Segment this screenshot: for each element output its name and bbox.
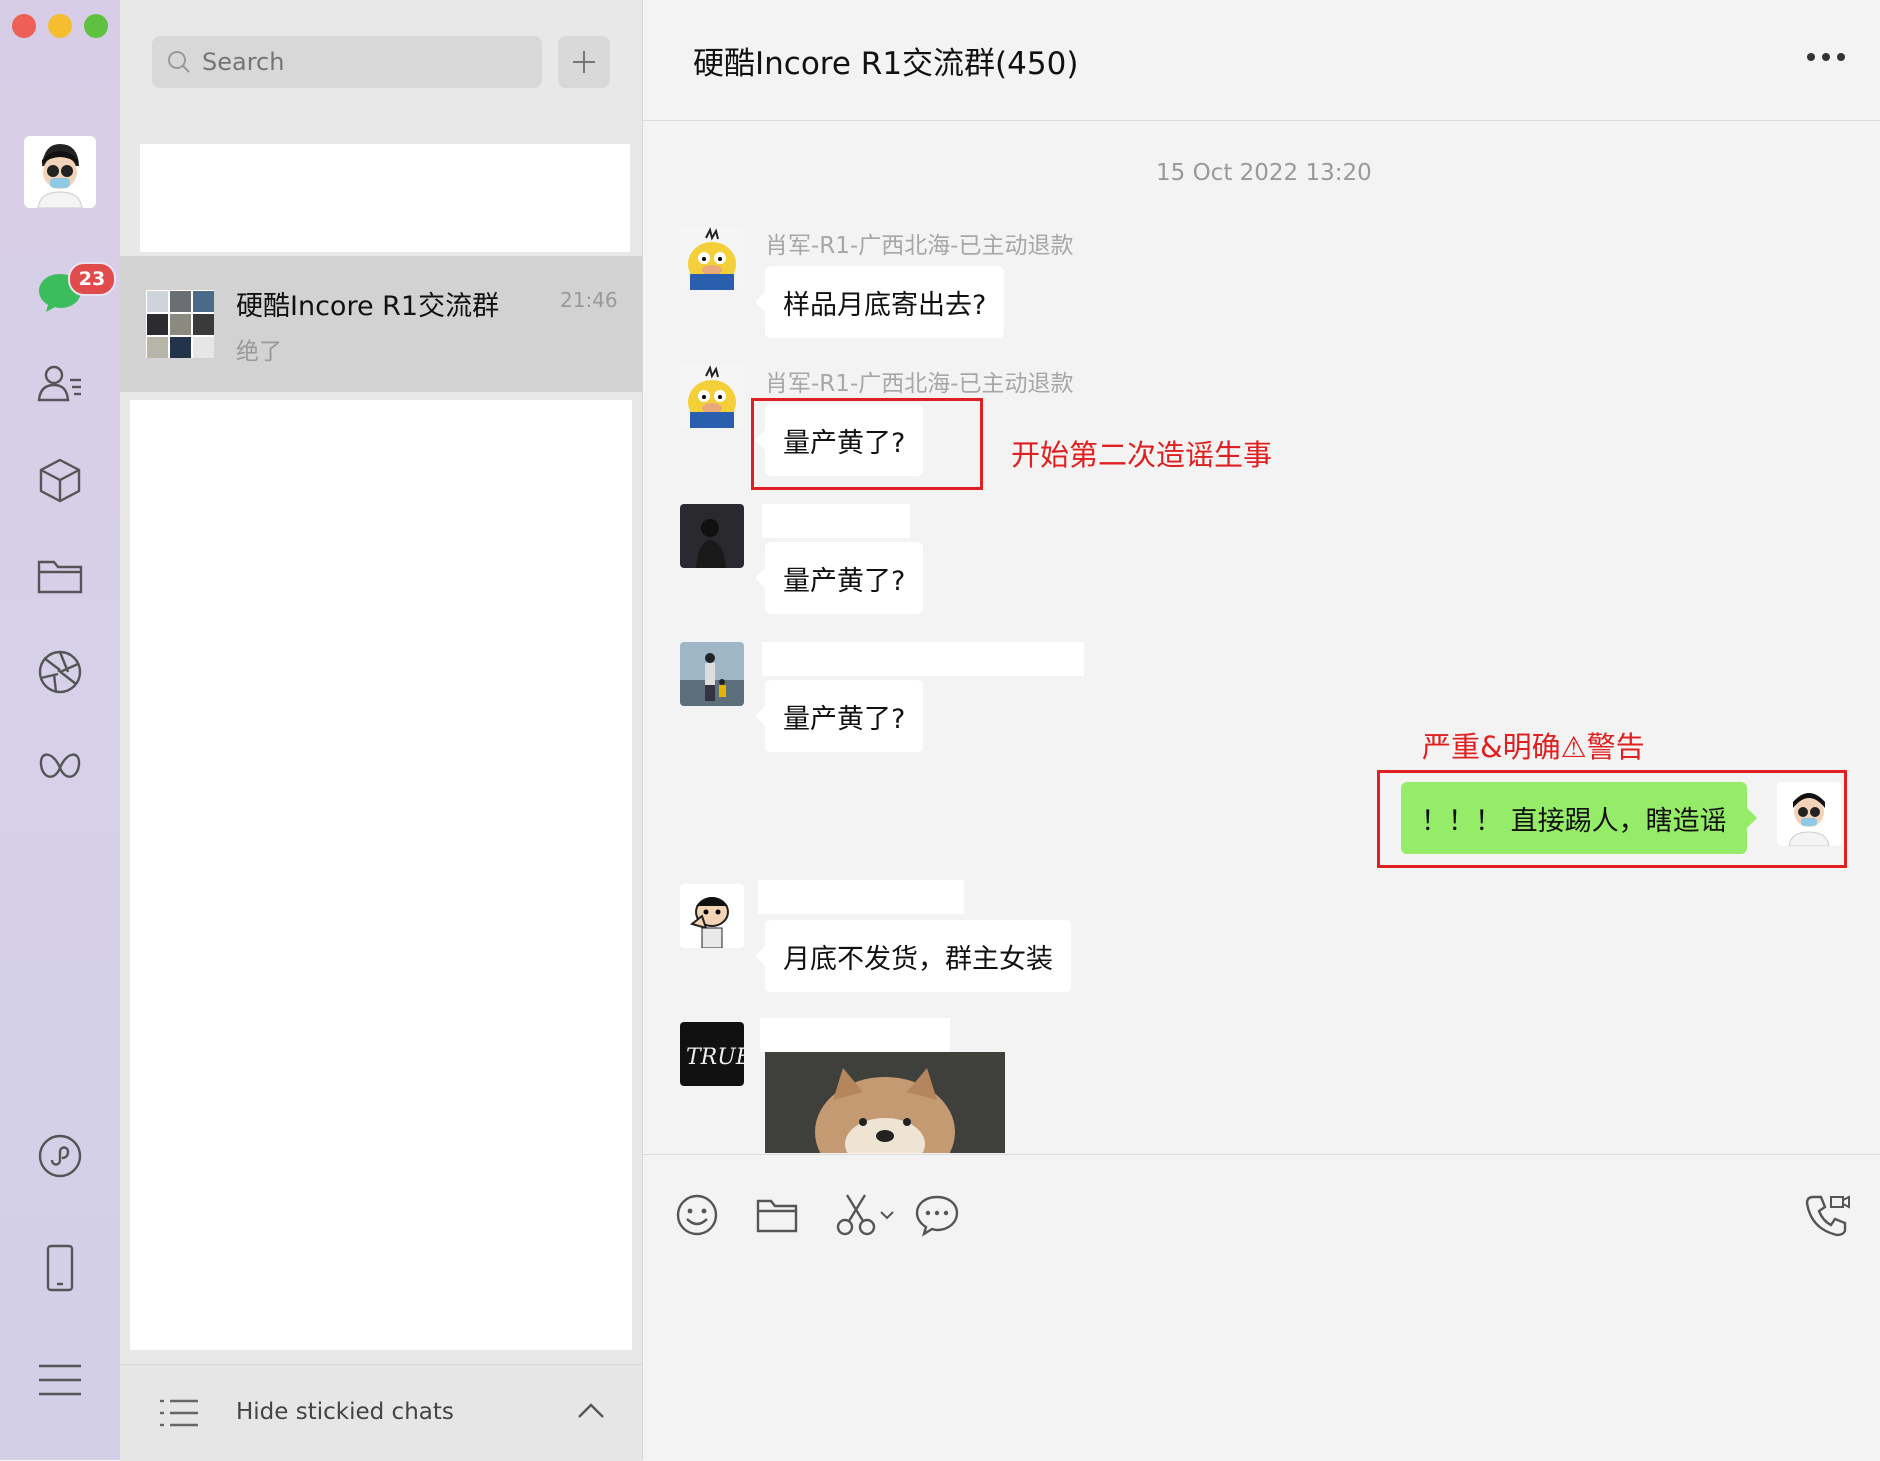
sender-avatar[interactable]: TRUE bbox=[680, 1022, 744, 1086]
message-timestamp: 15 Oct 2022 13:20 bbox=[1156, 160, 1372, 186]
moments-icon[interactable] bbox=[30, 642, 90, 702]
scissors-icon[interactable] bbox=[833, 1191, 881, 1239]
hide-stickied-chats-bar[interactable]: Hide stickied chats bbox=[120, 1364, 642, 1461]
conversation-list-panel: 硬酷Incore R1交流群 21:46 绝了 Hide stickied ch… bbox=[120, 0, 643, 1461]
folder-icon[interactable] bbox=[753, 1191, 801, 1239]
message-bubble[interactable]: 量产黄了? bbox=[754, 542, 924, 614]
my-avatar[interactable] bbox=[1777, 782, 1841, 846]
chat-list-item[interactable]: 硬酷Incore R1交流群 21:46 绝了 bbox=[120, 256, 642, 392]
annotation-label: 严重&明确⚠警告 bbox=[1422, 730, 1645, 764]
chat-list-item-time: 21:46 bbox=[560, 288, 618, 312]
redacted-sender-name bbox=[758, 880, 964, 914]
my-message-bubble[interactable]: ！！！ 直接踢人，瞎造谣 bbox=[1401, 782, 1757, 854]
search-box[interactable] bbox=[152, 36, 542, 88]
message-bubble[interactable]: 月底不发货，群主女装 bbox=[755, 920, 1071, 992]
more-options-icon[interactable] bbox=[1805, 50, 1847, 64]
close-window-button[interactable] bbox=[12, 14, 36, 38]
redacted-sender-name bbox=[762, 504, 910, 538]
channels-icon[interactable] bbox=[30, 738, 90, 798]
user-avatar[interactable] bbox=[24, 136, 96, 208]
sender-avatar[interactable] bbox=[680, 504, 744, 568]
list-icon bbox=[160, 1399, 198, 1427]
chat-list-item-preview: 绝了 bbox=[236, 339, 282, 365]
chevron-up-icon[interactable] bbox=[576, 1399, 606, 1421]
maximize-window-button[interactable] bbox=[84, 14, 108, 38]
image-message[interactable] bbox=[765, 1052, 1005, 1153]
group-avatar bbox=[146, 290, 214, 358]
message-bubble[interactable]: 量产黄了? bbox=[754, 680, 924, 752]
sender-avatar[interactable] bbox=[680, 884, 744, 948]
redacted-chat-list bbox=[130, 400, 632, 1350]
message-input-area[interactable] bbox=[643, 1154, 1880, 1461]
annotation-label: 开始第二次造谣生事 bbox=[1011, 438, 1273, 472]
minimize-window-button[interactable] bbox=[48, 14, 72, 38]
highlight-box bbox=[751, 398, 983, 490]
add-button[interactable] bbox=[558, 36, 610, 88]
plus-icon bbox=[573, 51, 595, 73]
search-icon bbox=[168, 51, 190, 73]
hide-stickied-chats-label: Hide stickied chats bbox=[236, 1399, 454, 1425]
chevron-down-icon[interactable] bbox=[879, 1209, 895, 1221]
chat-history-icon[interactable] bbox=[913, 1191, 961, 1239]
phone-icon[interactable] bbox=[30, 1238, 90, 1298]
contacts-icon[interactable] bbox=[30, 354, 90, 414]
call-icon[interactable] bbox=[1803, 1191, 1851, 1239]
search-input[interactable] bbox=[200, 47, 524, 77]
miniprogram-icon[interactable] bbox=[30, 1126, 90, 1186]
menu-icon[interactable] bbox=[30, 1350, 90, 1410]
svg-text:TRUE: TRUE bbox=[686, 1045, 744, 1070]
redacted-chat-item bbox=[140, 144, 630, 252]
sender-avatar[interactable] bbox=[680, 226, 744, 290]
chat-list-item-name: 硬酷Incore R1交流群 bbox=[236, 291, 500, 322]
chat-panel: 硬酷Incore R1交流群(450) 15 Oct 2022 13:20 肖军… bbox=[643, 0, 1880, 1461]
sender-avatar[interactable] bbox=[680, 364, 744, 428]
message-bubble[interactable]: 样品月底寄出去? bbox=[754, 266, 1005, 338]
emoji-icon[interactable] bbox=[673, 1191, 721, 1239]
left-rail: 23 bbox=[0, 0, 120, 1460]
box-icon[interactable] bbox=[30, 450, 90, 510]
redacted-sender-name bbox=[760, 1018, 950, 1052]
chat-header: 硬酷Incore R1交流群(450) bbox=[643, 0, 1880, 121]
message-sender: 肖军-R1-广西北海-已主动退款 bbox=[765, 233, 1074, 259]
folder-icon[interactable] bbox=[30, 546, 90, 606]
sender-avatar[interactable] bbox=[680, 642, 744, 706]
redacted-sender-name bbox=[762, 642, 1084, 676]
unread-badge: 23 bbox=[68, 262, 116, 296]
message-sender: 肖军-R1-广西北海-已主动退款 bbox=[765, 371, 1074, 397]
chat-title: 硬酷Incore R1交流群(450) bbox=[693, 46, 1079, 82]
